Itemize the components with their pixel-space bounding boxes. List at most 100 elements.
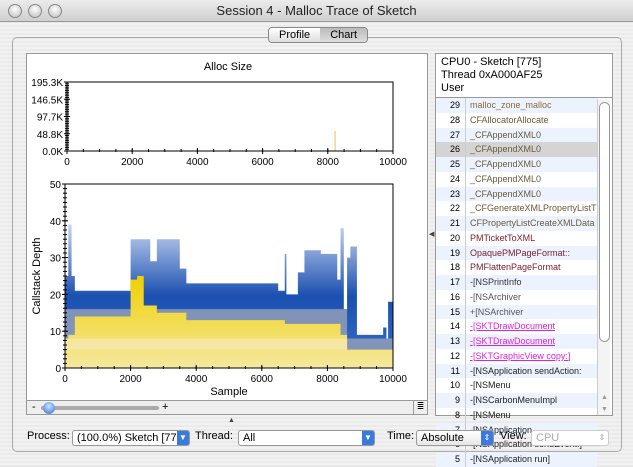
stack-row[interactable]: 19 OpaquePMPageFormat::: [436, 245, 597, 261]
frame-number: 16: [436, 289, 466, 305]
scroll-thumb[interactable]: [599, 102, 610, 342]
zoom-in-label: +: [162, 401, 169, 413]
scroll-down-icon[interactable]: ▼: [601, 406, 608, 413]
frame-function: -[NSApplication run]: [470, 454, 551, 464]
stack-row[interactable]: 18 PMFlattenPageFormat: [436, 260, 597, 275]
stack-row[interactable]: 21 CFPropertyListCreateXMLData: [436, 216, 597, 231]
close-button[interactable]: [8, 4, 22, 18]
vertical-scrollbar[interactable]: ▲ ▼: [597, 99, 610, 415]
frame-function: _CFAppendXML0: [470, 188, 542, 199]
stack-row[interactable]: 29 malloc_zone_malloc: [436, 98, 597, 113]
frame-number: 13: [436, 334, 466, 349]
zoom-slider[interactable]: - + ≣: [26, 400, 428, 415]
stack-row[interactable]: 9 -[NSCarbonMenuImpl: [436, 393, 597, 408]
frame-number: 9: [436, 393, 466, 408]
frame-number: 8: [436, 407, 466, 423]
x-tick-label: 10000: [379, 374, 407, 385]
stack-row[interactable]: 8 -[NSMenu: [436, 407, 597, 423]
scroll-up-icon[interactable]: ▲: [601, 394, 608, 401]
stack-list: 29 malloc_zone_malloc 28 CFAllocatorAllocat…: [436, 98, 612, 467]
frame-number: 19: [436, 245, 466, 261]
frame-function: -[NSApplication sendAction:: [470, 365, 582, 376]
frame-function: -[NSMenu: [470, 409, 511, 420]
band: [65, 338, 348, 350]
stack-row[interactable]: 24 _CFAppendXML0: [436, 171, 597, 187]
frame-function: -[SKTDrawDocument: [470, 336, 556, 346]
frame-function: _CFAppendXML0: [470, 159, 542, 169]
frame-number: 11: [436, 363, 466, 379]
y-tick-label: 195.3K: [31, 78, 63, 89]
y-tick-label: 97.7K: [37, 113, 63, 124]
window-title: Session 4 - Malloc Trace of Sketch: [216, 3, 417, 18]
stack-row[interactable]: 11 -[NSApplication sendAction:: [436, 363, 597, 379]
frame-number: 25: [436, 157, 466, 172]
frame-function: -[NSMenu: [470, 380, 511, 391]
minimize-button[interactable]: [28, 4, 42, 18]
x-axis-label: Sample: [210, 386, 247, 398]
thread-popup[interactable]: All ▼: [238, 430, 375, 446]
alloc-bar: [334, 130, 336, 151]
frame-number: 15: [436, 304, 466, 320]
frame-function: -[NSPrintInfo: [470, 277, 522, 287]
tab-profile[interactable]: Profile: [269, 28, 321, 42]
thread-label: Thread:: [195, 430, 233, 442]
stack-row[interactable]: 26 _CFAppendXML0: [436, 142, 597, 157]
frame-function: PMFlattenPageFormat: [470, 262, 561, 273]
frame-function: CFPropertyListCreateXMLData: [470, 218, 595, 228]
stack-row[interactable]: 22 _CFGenerateXMLPropertyListT: [436, 201, 597, 216]
x-tick-label: 6000: [251, 374, 274, 385]
process-label: Process:: [27, 430, 70, 442]
stack-row[interactable]: 23 _CFAppendXML0: [436, 186, 597, 202]
stack-row[interactable]: 28 CFAllocatorAllocate: [436, 112, 597, 128]
popup-arrow-icon: ▼: [177, 431, 189, 445]
zoom-out-label: -: [32, 401, 36, 413]
stack-panel: CPU0 - Sketch [775] Thread 0xA000AF25 Us…: [435, 53, 613, 467]
frame-number: 5: [436, 452, 466, 467]
frame-function: -[NSCarbonMenuImpl: [470, 395, 558, 405]
stack-row[interactable]: 13 -[SKTDrawDocument: [436, 334, 597, 349]
frame-function: _CFAppendXML0: [470, 129, 542, 140]
stack-row[interactable]: 15 +[NSArchiver: [436, 304, 597, 320]
title-bar: Session 4 - Malloc Trace of Sketch: [0, 0, 633, 22]
cpu-label: CPU0 - Sketch [775]: [441, 56, 542, 68]
chart-title: Alloc Size: [204, 61, 252, 73]
frame-number: 28: [436, 112, 466, 128]
bottom-toolbar: Process: (100.0%) Sketch [775] ▼ Thread: …: [0, 428, 633, 448]
charts-svg[interactable]: Alloc Size0 2000 4000 6000 8000 10000195.3K14…: [27, 54, 429, 400]
stack-row[interactable]: 17 -[NSPrintInfo: [436, 275, 597, 290]
frame-function: -[SKTDrawDocument: [470, 321, 556, 332]
time-value: Absolute: [421, 432, 464, 444]
stack-row[interactable]: 25 _CFAppendXML0: [436, 157, 597, 172]
frame-number: 17: [436, 275, 466, 290]
time-popup[interactable]: Absolute ⇕: [416, 430, 494, 446]
x-tick-label: 2000: [119, 374, 142, 385]
stack-row[interactable]: 27 _CFAppendXML0: [436, 127, 597, 143]
frame-function: +[NSArchiver: [470, 306, 524, 317]
stack-row[interactable]: 10 -[NSMenu: [436, 378, 597, 393]
x-tick-label: 2000: [121, 157, 144, 168]
y-tick-label: 20: [50, 290, 62, 301]
view-popup[interactable]: CPU ⇕: [531, 430, 609, 446]
stack-row[interactable]: 16 -[NSArchiver: [436, 289, 597, 305]
frame-number: 22: [436, 201, 466, 216]
stack-row[interactable]: 14 -[SKTDrawDocument: [436, 319, 597, 334]
y-tick-label: 48.8K: [37, 130, 63, 141]
tab-chart[interactable]: Chart: [320, 28, 368, 42]
zoom-button[interactable]: [48, 4, 62, 18]
slider-thumb[interactable]: [43, 402, 55, 414]
splitter-icon[interactable]: ▲: [228, 417, 235, 424]
stack-row[interactable]: 20 PMTicketToXML: [436, 230, 597, 246]
x-tick-label: 8000: [317, 157, 340, 168]
frame-function: _CFGenerateXMLPropertyListT: [470, 203, 597, 214]
y-tick-label: 146.5K: [31, 95, 63, 106]
process-popup[interactable]: (100.0%) Sketch [775] ▼: [72, 430, 190, 446]
x-tick-label: 8000: [316, 374, 339, 385]
stack-row[interactable]: 5 -[NSApplication run]: [436, 452, 597, 467]
frame-number: 27: [436, 127, 466, 143]
x-tick-label: 0: [62, 374, 68, 385]
list-icon[interactable]: ≣: [413, 401, 427, 414]
stack-row[interactable]: 12 -[SKTGraphicView copy:]: [436, 348, 597, 364]
y-tick-label: 50: [50, 180, 62, 191]
time-label: Time:: [387, 430, 415, 442]
collapse-left-icon[interactable]: ◀: [429, 230, 434, 238]
